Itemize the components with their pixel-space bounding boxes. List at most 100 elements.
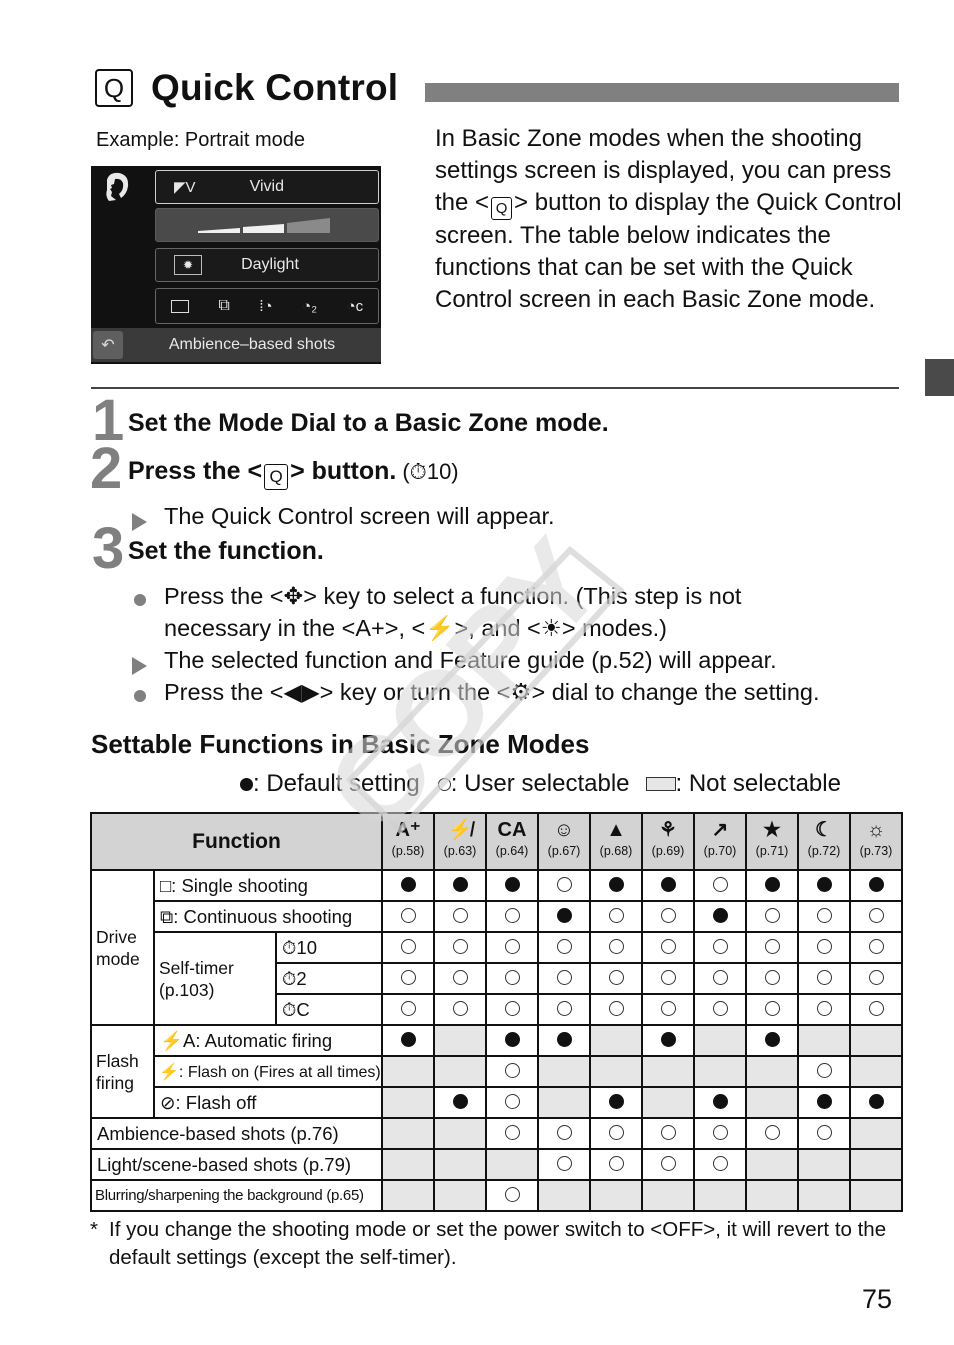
filled-circle-icon xyxy=(608,876,624,892)
open-circle-icon xyxy=(712,876,728,892)
default-setting-cell xyxy=(745,869,799,902)
table-row: Light/scene-based shots (p.79) xyxy=(90,1148,903,1181)
not-selectable-cell xyxy=(641,1055,695,1088)
user-selectable-cell xyxy=(433,993,487,1026)
function-label: ⧉: Continuous shooting xyxy=(153,900,383,933)
default-setting-cell xyxy=(849,1086,903,1119)
user-selectable-cell xyxy=(693,1117,747,1150)
not-selectable-cell xyxy=(745,1148,799,1181)
open-circle-icon xyxy=(608,907,624,923)
not-selectable-cell xyxy=(641,1179,695,1212)
open-circle-icon xyxy=(504,969,520,985)
filled-circle-icon xyxy=(452,876,468,892)
open-circle-icon xyxy=(504,1124,520,1140)
open-circle-icon xyxy=(816,907,832,923)
not-selectable-cell xyxy=(381,1117,435,1150)
night-portrait-mode-icon: ★ xyxy=(763,819,781,841)
table-legend: : Default setting : User selectable : No… xyxy=(240,770,841,798)
filled-circle-icon xyxy=(712,1093,728,1109)
scene-intelligent-auto-mode-icon: A⁺ xyxy=(395,819,421,841)
function-label: Ambience-based shots (p.76) xyxy=(90,1117,383,1150)
group-drive-mode: Drive mode xyxy=(90,869,155,1026)
filled-circle-icon xyxy=(556,1031,572,1047)
open-circle-icon xyxy=(764,1124,780,1140)
not-selectable-cell xyxy=(693,1024,747,1057)
step-2-text: Press the < xyxy=(128,457,263,485)
portrait-icon xyxy=(106,172,129,201)
flash-off-mode-icon: ⚡̸ xyxy=(447,819,473,841)
default-setting-cell xyxy=(381,1024,435,1057)
user-selectable-cell xyxy=(797,962,851,995)
function-label: ⊘: Flash off xyxy=(153,1086,383,1119)
function-label: ⚡: Flash on (Fires at all times) xyxy=(153,1055,383,1088)
example-caption: Example: Portrait mode xyxy=(96,129,305,151)
result-arrow-icon xyxy=(132,650,147,682)
not-selectable-cell xyxy=(537,1086,591,1119)
table-header-row: Function A⁺ (p.58) ⚡̸ (p.63) CA (p.64) ☺ (p.67)… xyxy=(90,812,903,871)
open-circle-icon xyxy=(504,1000,520,1016)
user-selectable-cell xyxy=(797,900,851,933)
user-selectable-cell xyxy=(641,931,695,964)
open-circle-icon xyxy=(504,907,520,923)
user-selectable-cell xyxy=(641,1117,695,1150)
brightness-level-bar xyxy=(198,218,330,233)
white-balance-setting: ✹ Daylight xyxy=(155,248,379,282)
mode-column-sports: ↗ (p.70) xyxy=(693,812,747,871)
daylight-icon: ✹ xyxy=(174,255,202,275)
open-circle-icon xyxy=(400,938,416,954)
result-text: The Quick Control screen will appear. xyxy=(164,503,555,529)
not-selectable-cell xyxy=(849,1024,903,1057)
user-selectable-cell xyxy=(485,900,539,933)
open-circle-icon xyxy=(764,938,780,954)
not-selectable-cell xyxy=(849,1148,903,1181)
open-circle-icon xyxy=(556,938,572,954)
user-selectable-cell xyxy=(433,962,487,995)
open-circle-icon xyxy=(452,938,468,954)
back-icon: ↶ xyxy=(93,331,123,359)
bullet-text: Press the <✥> key to select a function. … xyxy=(164,583,742,609)
user-selectable-cell xyxy=(745,931,799,964)
result-text: The selected function and Feature guide … xyxy=(164,647,777,673)
not-selectable-swatch xyxy=(645,777,676,791)
user-selectable-cell xyxy=(693,931,747,964)
not-selectable-cell xyxy=(589,1055,643,1088)
timer-reference: (⏱10) xyxy=(402,459,459,484)
open-circle-icon xyxy=(764,907,780,923)
open-circle-icon xyxy=(660,969,676,985)
user-selectable-cell xyxy=(849,900,903,933)
open-circle-icon xyxy=(660,1124,676,1140)
drive-mode-setting: ⧉ ⁞◔ ◔₂ ◔c xyxy=(155,288,379,324)
user-selectable-cell xyxy=(745,993,799,1026)
open-circle-icon xyxy=(868,907,884,923)
legend-user-label: : User selectable xyxy=(450,770,630,797)
filled-circle-icon xyxy=(400,1031,416,1047)
user-selectable-cell xyxy=(797,1117,851,1150)
open-circle-icon xyxy=(452,1000,468,1016)
user-selectable-cell xyxy=(381,931,435,964)
bullet-text: necessary in the <A+>, <⚡>, and <☀> mode… xyxy=(164,615,667,641)
not-selectable-cell xyxy=(797,1024,851,1057)
result-arrow-icon xyxy=(132,506,147,538)
step-1-title: Set the Mode Dial to a Basic Zone mode. xyxy=(128,409,609,437)
open-circle-icon xyxy=(764,1000,780,1016)
open-circle-icon xyxy=(556,1000,572,1016)
open-circle-icon xyxy=(608,969,624,985)
user-selectable-cell xyxy=(849,993,903,1026)
open-circle-icon xyxy=(816,1062,832,1078)
intro-paragraph: In Basic Zone modes when the shooting se… xyxy=(435,123,905,316)
group-self-timer: Self-timer (p.103) xyxy=(153,931,277,1026)
not-selectable-cell xyxy=(433,1148,487,1181)
ambience-bar: ↶ Ambience–based shots xyxy=(91,328,381,362)
open-circle-icon xyxy=(608,938,624,954)
portrait-mode-icon: ☺ xyxy=(553,819,575,841)
footnote-text: If you change the shooting mode or set t… xyxy=(109,1218,887,1269)
default-setting-cell xyxy=(537,1024,591,1057)
user-selectable-cell xyxy=(537,993,591,1026)
user-selectable-cell xyxy=(537,962,591,995)
mode-page-ref: (p.72) xyxy=(807,844,841,858)
bullet-dot-icon xyxy=(134,680,146,712)
user-selectable-cell xyxy=(693,1148,747,1181)
open-circle-icon xyxy=(556,1155,572,1171)
not-selectable-cell xyxy=(381,1055,435,1088)
table-row: Drive mode □: Single shooting xyxy=(90,869,903,1026)
